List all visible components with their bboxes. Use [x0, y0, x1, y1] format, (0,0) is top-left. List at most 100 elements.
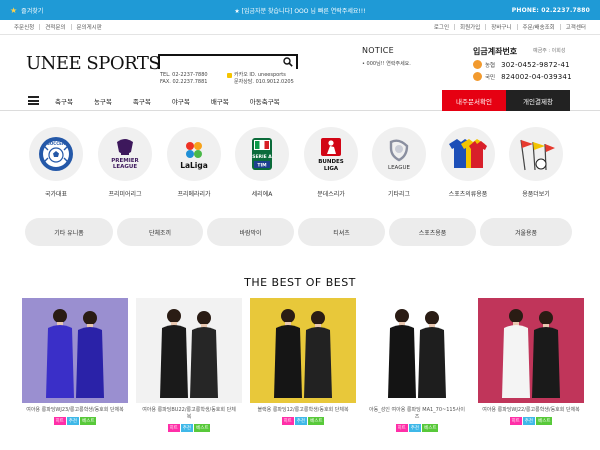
util-board[interactable]: 문의게시판	[77, 23, 102, 31]
util-order-track[interactable]: 주문/배송조회	[523, 23, 555, 31]
product-name[interactable]: 여아용 롱파딩WJ23/롱고롱학생/동호회 단체복	[22, 407, 128, 414]
product-card[interactable]: 여아용 롱파딩WJ22/롱고롱학생/동호회 단체복히트 추천 베스트	[478, 298, 584, 432]
favorite-label: 즐겨찾기	[21, 7, 44, 15]
site-logo[interactable]: UNEE SPORTS	[26, 53, 161, 74]
product-image[interactable]	[478, 298, 584, 403]
svg-text:LEAGUE: LEAGUE	[388, 165, 410, 171]
notice-box: NOTICE • 000님!! 연락주세요.	[362, 46, 411, 67]
product-badges: 히트 추천 베스트	[136, 424, 242, 432]
product-image[interactable]	[22, 298, 128, 403]
product-badge: 추천	[408, 424, 422, 432]
svg-text:LIGA: LIGA	[324, 166, 339, 172]
kakao-icon	[227, 73, 232, 78]
pill-windbreaker[interactable]: 바람막이	[207, 218, 294, 246]
product-name[interactable]: 아동_성인 여아용 롱파딩 MA1_70~115사이즈	[364, 407, 470, 421]
main-nav: 축구복 농구복 족구복 야구복 배구복 아동축구복 내주문서확인 개인결제창	[0, 90, 600, 111]
category-laliga[interactable]: LaLiga 프리메라리가	[164, 127, 224, 198]
pill-team-vest[interactable]: 단체조끼	[117, 218, 203, 246]
nav-item-footvolley[interactable]: 족구복	[133, 96, 151, 106]
pill-tshirt[interactable]: 티셔츠	[298, 218, 385, 246]
personal-payment-button[interactable]: 개인결제창	[506, 90, 570, 111]
product-badge: 베스트	[80, 417, 97, 425]
bank-account-box: 입금계좌번호 예금주 : 이희성 농협 302-0452-9872-41 국민 …	[473, 46, 593, 81]
product-image[interactable]	[136, 298, 242, 403]
search-box	[158, 54, 298, 76]
product-badge: 추천	[294, 417, 308, 425]
category-serie-a[interactable]: SERIE A TIM 세리에A	[232, 127, 292, 198]
product-badge: 추천	[522, 417, 536, 425]
sms-text: 문자상담. 010.9012.0205	[234, 79, 294, 85]
best-section-title: THE BEST OF BEST	[244, 276, 356, 289]
svg-text:SOCCER: SOCCER	[47, 141, 65, 146]
contact-kakao-sms: 카카오 ID. uneesports 문자상담. 010.9012.0205	[227, 72, 294, 86]
svg-text:TIM: TIM	[257, 163, 267, 169]
ligue-logo-icon: LEAGUE	[372, 127, 426, 181]
bookmark-icon: ★	[10, 5, 18, 15]
nav-item-volleyball[interactable]: 배구복	[211, 96, 229, 106]
nav-item-kids-soccer[interactable]: 아동축구복	[250, 96, 280, 106]
quick-category-buttons: 기타 유니폼 단체조끼 바람막이 티셔츠 스포츠용품 겨울용품	[0, 216, 600, 254]
equipment-icon	[509, 127, 563, 181]
util-cart[interactable]: 장바구니	[491, 23, 511, 31]
bank-name: 국민	[485, 74, 496, 81]
bank-name: 농협	[485, 62, 496, 69]
soccer-emblem-icon: SOCCER	[29, 127, 83, 181]
util-order-request[interactable]: 주문신청	[14, 23, 34, 31]
util-login[interactable]: 로그인	[434, 23, 449, 31]
category-sportswear[interactable]: 스포츠의류용품	[438, 127, 498, 198]
product-card[interactable]: 여아용 롱파딩WJ23/롱고롱학생/동호회 단체복히트 추천 베스트	[22, 298, 128, 432]
category-other-league[interactable]: LEAGUE 기타리그	[369, 127, 429, 198]
notice-text[interactable]: • 000님!! 연락주세요.	[362, 60, 411, 67]
product-name[interactable]: 여아용 롱파딩BU22/롱고롱학생/동호회 단체복	[136, 407, 242, 421]
product-image[interactable]	[364, 298, 470, 403]
product-card[interactable]: 아동_성인 여아용 롱파딩 MA1_70~115사이즈히트 추천 베스트	[364, 298, 470, 432]
product-image[interactable]	[250, 298, 356, 403]
product-badge: 추천	[66, 417, 80, 425]
product-card[interactable]: 블랙용 롱파딩12/롱고롱학생/동호회 단체복히트 추천 베스트	[250, 298, 356, 432]
category-icons: SOCCER 국가대표 PREMIER LEAGUE 프리미어리그 LaLiga	[0, 111, 600, 216]
category-bundesliga[interactable]: BUNDES LIGA 분데스리가	[301, 127, 361, 198]
nav-item-soccer[interactable]: 축구복	[55, 96, 73, 106]
svg-text:LaLiga: LaLiga	[180, 161, 208, 170]
category-premier-league[interactable]: PREMIER LEAGUE 프리미어리그	[95, 127, 155, 198]
product-badge: 히트	[53, 417, 66, 425]
nav-item-basketball[interactable]: 농구복	[94, 96, 112, 106]
my-order-button[interactable]: 내주문서확인	[442, 90, 506, 111]
fax-text: FAX. 02.2237.7881	[160, 79, 208, 85]
util-support[interactable]: 고객센터	[566, 23, 586, 31]
search-icon[interactable]	[283, 57, 293, 67]
product-badge: 베스트	[536, 417, 553, 425]
jersey-icon	[441, 127, 495, 181]
category-national-team[interactable]: SOCCER 국가대표	[26, 127, 86, 198]
notice-title: NOTICE	[362, 46, 394, 55]
serie-a-logo-icon: SERIE A TIM	[235, 127, 289, 181]
product-badges: 히트 추천 베스트	[250, 417, 356, 425]
top-announcement-bar: ★ 즐겨찾기 ★ [입금자분 찾습니다] OOO 님 빠른 연락주세요!!! P…	[0, 0, 600, 20]
top-phone: PHONE: 02.2237.7880	[511, 6, 590, 14]
product-badge: 히트	[395, 424, 408, 432]
product-badge: 히트	[509, 417, 522, 425]
pill-winter-goods[interactable]: 겨울용품	[480, 218, 572, 246]
svg-text:SERIE A: SERIE A	[252, 154, 272, 160]
product-badges: 히트 추천 베스트	[364, 424, 470, 432]
tel-text: TEL. 02-2237-7880	[160, 72, 208, 78]
category-equipment[interactable]: 용품더보기	[506, 127, 566, 198]
bank-number: 302-0452-9872-41	[501, 60, 570, 69]
favorite-link[interactable]: ★ 즐겨찾기	[10, 6, 43, 15]
pill-sports-goods[interactable]: 스포츠용품	[389, 218, 476, 246]
product-name[interactable]: 블랙용 롱파딩12/롱고롱학생/동호회 단체복	[250, 407, 356, 414]
kakao-text: 카카오 ID. uneesports	[234, 72, 286, 78]
site-header: UNEE SPORTS TEL. 02-2237-7880 FAX. 02.22…	[0, 35, 600, 90]
svg-text:LEAGUE: LEAGUE	[113, 164, 137, 170]
product-badge: 히트	[281, 417, 294, 425]
nav-item-baseball[interactable]: 야구복	[172, 96, 190, 106]
product-card[interactable]: 여아용 롱파딩BU22/롱고롱학생/동호회 단체복히트 추천 베스트	[136, 298, 242, 432]
bank-row: 국민 824002-04-039341	[473, 72, 593, 81]
pill-other-uniform[interactable]: 기타 유니폼	[25, 218, 113, 246]
product-name[interactable]: 여아용 롱파딩WJ22/롱고롱학생/동호회 단체복	[478, 407, 584, 414]
util-estimate[interactable]: 견적문의	[45, 23, 65, 31]
svg-text:BUNDES: BUNDES	[318, 159, 344, 165]
util-join[interactable]: 회원가입	[460, 23, 480, 31]
hamburger-icon[interactable]	[28, 96, 39, 105]
product-badge: 베스트	[308, 417, 325, 425]
